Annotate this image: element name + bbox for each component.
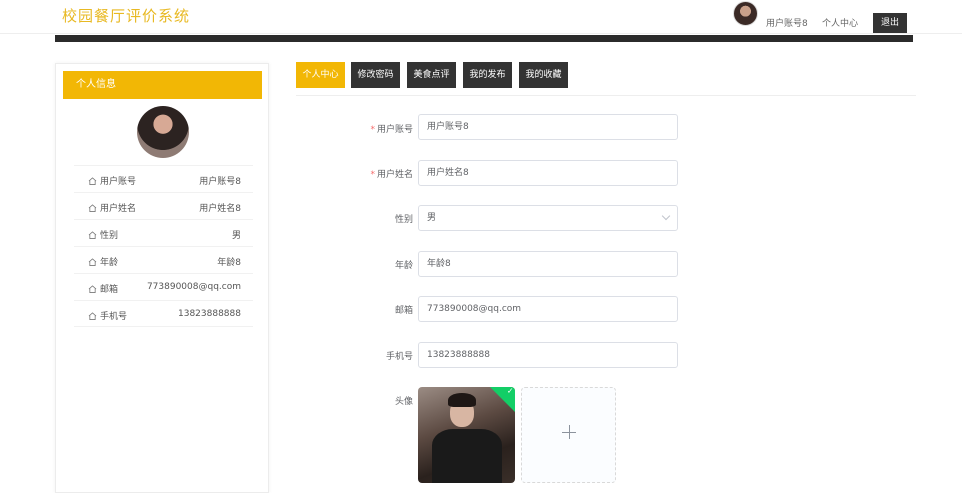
- tab-my-favorites[interactable]: 我的收藏: [519, 62, 568, 88]
- upload-success-badge: ✓: [488, 387, 515, 414]
- uploaded-avatar-image[interactable]: ✓: [418, 387, 515, 483]
- username-label: * 用户账号: [370, 125, 413, 135]
- check-icon: ✓: [506, 387, 514, 396]
- chevron-down-icon: [661, 211, 671, 221]
- home-icon: [88, 285, 97, 293]
- info-row: 用户账号 用户账号8: [74, 165, 253, 192]
- info-label: 性别: [100, 231, 119, 241]
- email-field[interactable]: 773890008@qq.com: [418, 296, 678, 322]
- info-value: 用户姓名8: [199, 204, 241, 214]
- info-label: 用户姓名: [100, 204, 137, 214]
- info-label: 用户账号: [100, 177, 137, 187]
- gender-value: 男: [427, 213, 437, 223]
- home-icon: [88, 258, 97, 266]
- username-field[interactable]: 用户账号8: [418, 114, 678, 140]
- email-label: 邮箱: [394, 306, 413, 316]
- tabs-divider: [296, 95, 916, 96]
- avatar-label: 头像: [394, 397, 413, 407]
- info-value: 年龄8: [217, 258, 241, 268]
- info-value: 男: [231, 231, 241, 241]
- header-personal-center-link[interactable]: 个人中心: [822, 16, 858, 29]
- info-row: 用户姓名 用户姓名8: [74, 192, 253, 219]
- info-value: 13823888888: [178, 309, 241, 319]
- phone-field[interactable]: 13823888888: [418, 342, 678, 368]
- upload-add-button[interactable]: [521, 387, 616, 483]
- name-label: * 用户姓名: [370, 170, 413, 180]
- phone-label: 手机号: [385, 352, 413, 362]
- info-label: 年龄: [100, 258, 119, 268]
- user-avatar[interactable]: [733, 1, 758, 26]
- home-icon: [88, 312, 97, 320]
- header-divider-bar: [55, 35, 913, 42]
- age-field[interactable]: 年龄8: [418, 251, 678, 277]
- info-value: 773890008@qq.com: [146, 282, 241, 292]
- header-username[interactable]: 用户账号8: [766, 16, 808, 29]
- info-label: 邮箱: [100, 285, 119, 295]
- info-row: 手机号 13823888888: [74, 300, 253, 327]
- gender-label: 性别: [394, 215, 413, 225]
- home-icon: [88, 204, 97, 212]
- gender-select[interactable]: 男: [418, 205, 678, 231]
- info-row: 邮箱 773890008@qq.com: [74, 273, 253, 300]
- home-icon: [88, 231, 97, 239]
- info-row: 年龄 年龄8: [74, 246, 253, 273]
- info-label: 手机号: [100, 312, 128, 322]
- info-row: 性别 男: [74, 219, 253, 246]
- tab-my-posts[interactable]: 我的发布: [463, 62, 512, 88]
- tab-personal-center[interactable]: 个人中心: [296, 62, 345, 88]
- home-icon: [88, 177, 97, 185]
- panel-title: 个人信息: [63, 71, 262, 99]
- tab-food-review[interactable]: 美食点评: [407, 62, 456, 88]
- info-value: 用户账号8: [199, 177, 241, 187]
- top-bar: 校园餐厅评价系统 用户账号8 个人中心 退出: [0, 0, 962, 34]
- logout-button[interactable]: 退出: [873, 13, 907, 33]
- personal-info-panel: 个人信息 用户账号 用户账号8 用户姓名 用户姓名8 性别 男 年龄 年龄8 邮…: [55, 63, 269, 493]
- tab-change-password[interactable]: 修改密码: [351, 62, 400, 88]
- profile-avatar: [137, 106, 189, 158]
- site-logo[interactable]: 校园餐厅评价系统: [62, 5, 190, 26]
- name-field[interactable]: 用户姓名8: [418, 160, 678, 186]
- age-label: 年龄: [394, 261, 413, 271]
